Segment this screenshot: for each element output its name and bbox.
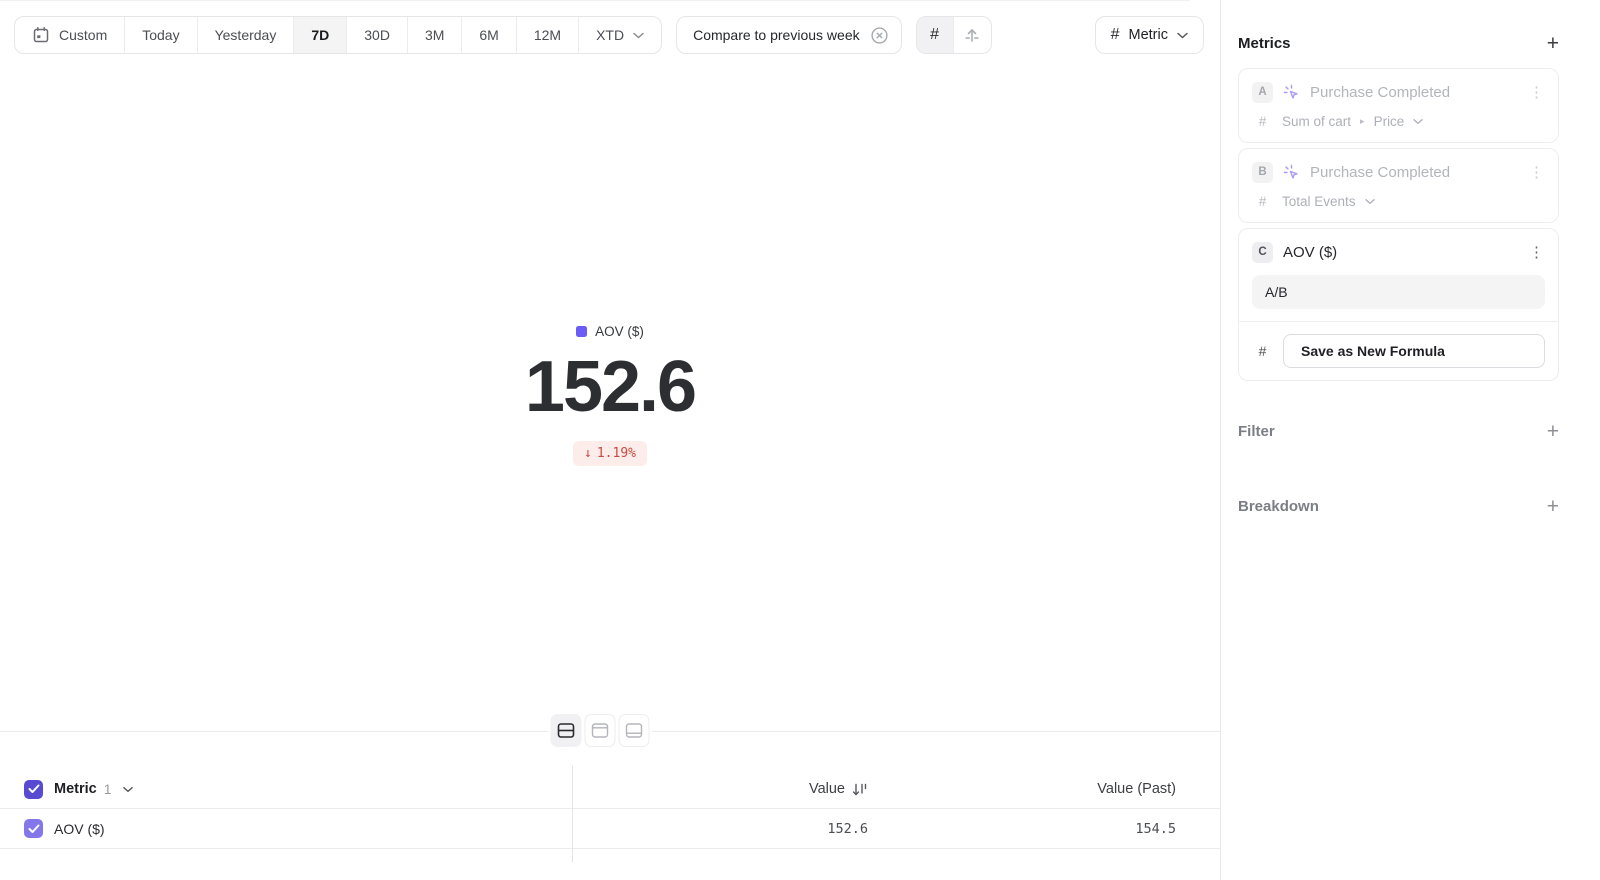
metric-card-a[interactable]: A Purchase Completed ⋮ # Sum of cart ▸ P… (1238, 68, 1559, 143)
range-12m[interactable]: 12M (517, 17, 579, 53)
card-divider (1239, 321, 1558, 322)
table-row[interactable]: AOV ($) 152.6 154.5 (0, 809, 1221, 849)
formula-name[interactable]: AOV ($) (1283, 244, 1337, 261)
chevron-down-icon[interactable] (123, 786, 133, 793)
split-view-toggle[interactable] (551, 714, 582, 747)
hash-icon: # (1252, 114, 1273, 129)
chevron-down-icon (1365, 198, 1375, 205)
formula-card-c[interactable]: C AOV ($) ⋮ A/B # Save as New Formula (1238, 228, 1559, 381)
change-badge: ↓ 1.19% (573, 441, 647, 466)
value-past-header-cell[interactable]: Value (Past) (868, 781, 1176, 797)
calendar-icon (32, 26, 50, 44)
table-view-toggle[interactable] (619, 714, 650, 747)
metric-header-label: Metric (54, 781, 97, 797)
range-3m[interactable]: 3M (408, 17, 462, 53)
metric-display: AOV ($) 152.6 ↓ 1.19% (0, 324, 1220, 466)
row-value: 152.6 (827, 821, 868, 837)
metric-event-name[interactable]: Purchase Completed (1310, 84, 1450, 101)
query-builder-sidebar: Metrics + A Purchase Completed ⋮ # Sum o… (1222, 0, 1600, 880)
range-today[interactable]: Today (125, 17, 197, 53)
hash-icon: # (1252, 194, 1273, 209)
range-yesterday[interactable]: Yesterday (198, 17, 295, 53)
formula-input[interactable]: A/B (1252, 275, 1545, 309)
chart-view-toggle[interactable] (585, 714, 616, 747)
main-panel: Custom Today Yesterday 7D 30D 3M 6M 12M … (0, 0, 1221, 880)
range-6m[interactable]: 6M (462, 17, 516, 53)
legend-label: AOV ($) (595, 324, 644, 339)
legend-swatch (576, 326, 587, 337)
breakdown-title: Breakdown (1238, 498, 1319, 515)
value-header-cell[interactable]: Value (572, 781, 868, 797)
add-filter-button[interactable]: + (1547, 421, 1559, 442)
aggregation-dropdown[interactable]: # Sum of cart ▸ Price (1252, 112, 1545, 130)
add-metric-button[interactable]: + (1547, 33, 1559, 54)
hash-icon: # (930, 26, 939, 44)
metric-count: 1 (104, 781, 112, 797)
legend: AOV ($) (576, 324, 644, 339)
remove-compare-icon[interactable] (870, 26, 889, 45)
breakdown-section-header: Breakdown + (1238, 496, 1559, 517)
trend-arrow-icon (963, 26, 981, 44)
filter-title: Filter (1238, 423, 1275, 440)
metric-value: 152.6 (525, 351, 695, 423)
range-custom[interactable]: Custom (15, 17, 125, 53)
breadcrumb-separator-icon: ▸ (1360, 116, 1365, 127)
add-breakdown-button[interactable]: + (1547, 496, 1559, 517)
table-header-row: Metric 1 Value Value (Past) (0, 770, 1221, 809)
metric-event-name[interactable]: Purchase Completed (1310, 164, 1450, 181)
kebab-menu-icon[interactable]: ⋮ (1529, 83, 1545, 101)
select-all-checkbox[interactable] (24, 780, 43, 799)
save-as-new-formula-button[interactable]: Save as New Formula (1283, 334, 1545, 368)
aggregation-dropdown[interactable]: # Total Events (1252, 192, 1545, 210)
metric-header-cell[interactable]: Metric 1 (0, 780, 572, 799)
metric-dropdown-button[interactable]: # Metric (1095, 16, 1204, 54)
kebab-menu-icon[interactable]: ⋮ (1529, 243, 1545, 261)
date-range-group: Custom Today Yesterday 7D 30D 3M 6M 12M … (14, 16, 662, 54)
metrics-title: Metrics (1238, 35, 1291, 52)
range-7d[interactable]: 7D (294, 17, 347, 53)
chevron-down-icon (1177, 32, 1188, 39)
chevron-down-icon (1413, 118, 1423, 125)
trend-view-toggle[interactable] (954, 17, 991, 53)
kebab-menu-icon[interactable]: ⋮ (1529, 163, 1545, 181)
metric-badge: B (1252, 162, 1273, 183)
sort-descending-icon (851, 782, 868, 797)
value-display-toggle: # (916, 16, 992, 54)
column-divider (572, 766, 573, 862)
metrics-section-header: Metrics + (1238, 33, 1559, 54)
toolbar: Custom Today Yesterday 7D 30D 3M 6M 12M … (14, 16, 1204, 54)
range-label: Custom (59, 27, 107, 43)
row-value-past: 154.5 (1135, 821, 1176, 837)
event-icon (1283, 164, 1300, 181)
row-metric-name: AOV ($) (54, 821, 105, 837)
chevron-down-icon (633, 32, 644, 39)
filter-section-header: Filter + (1238, 421, 1559, 442)
metric-card-b[interactable]: B Purchase Completed ⋮ # Total Events (1238, 148, 1559, 223)
chart-view-icon (592, 723, 609, 738)
hash-icon: # (1111, 26, 1120, 44)
row-checkbox[interactable] (24, 819, 43, 838)
layout-toggle-group (548, 711, 653, 750)
results-table: Metric 1 Value Value (Past) (0, 770, 1221, 849)
event-icon (1283, 84, 1300, 101)
metric-badge: A (1252, 82, 1273, 103)
compare-chip[interactable]: Compare to previous week (676, 16, 902, 54)
top-hairline (0, 0, 1190, 1)
hash-icon: # (1252, 343, 1273, 359)
split-view-icon (558, 723, 575, 738)
down-arrow-icon: ↓ (584, 446, 592, 461)
range-30d[interactable]: 30D (347, 17, 408, 53)
range-xtd[interactable]: XTD (579, 17, 661, 53)
number-view-toggle[interactable]: # (917, 17, 954, 53)
metric-badge: C (1252, 242, 1273, 263)
table-view-icon (626, 723, 643, 738)
change-value: 1.19% (597, 446, 636, 461)
